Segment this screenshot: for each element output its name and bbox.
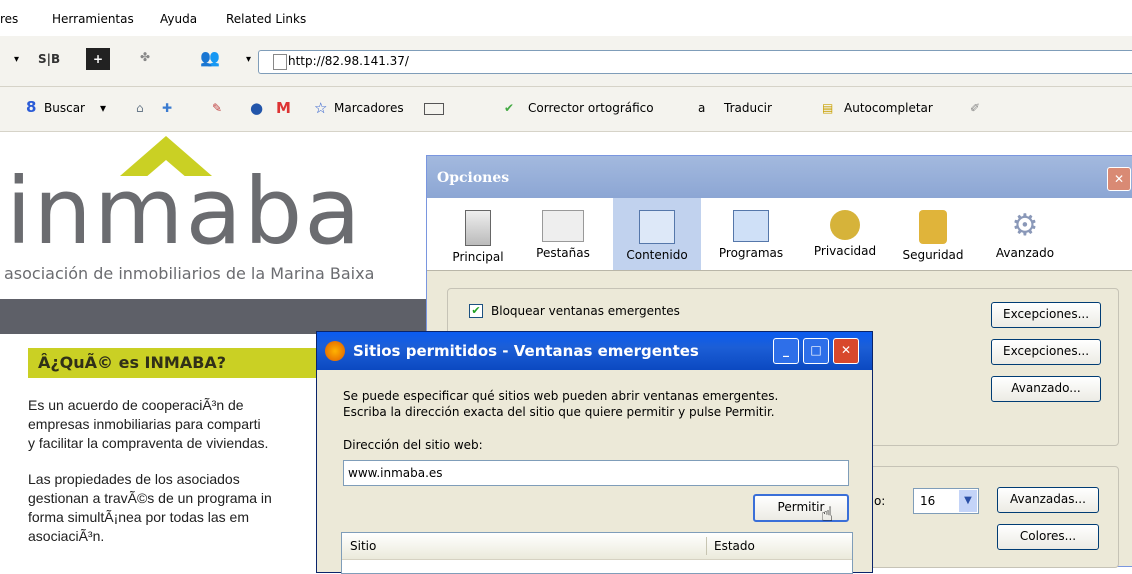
gear-icon: ⚙ (1011, 208, 1039, 243)
plus-icon[interactable]: + (86, 48, 110, 70)
navigation-toolbar: ▾ S|B + ✤ 👥 ▾ http://82.98.141.37/ (0, 36, 1132, 87)
menu-item-tools[interactable]: Herramientas (52, 12, 134, 26)
options-title: Opciones (437, 170, 510, 186)
sb-button[interactable]: S|B (38, 52, 60, 66)
paragraph-line: Es un acuerdo de cooperaciÃ³n de (28, 397, 244, 413)
applications-icon (733, 210, 769, 242)
tab-privacidad[interactable]: Privacidad (803, 198, 887, 270)
people-icon[interactable]: 👥 (200, 48, 220, 67)
tab-principal[interactable]: Principal (443, 198, 513, 270)
allowed-sites-title: Sitios permitidos - Ventanas emergentes (353, 342, 699, 360)
switch-icon (465, 210, 491, 246)
dropdown-arrow-icon[interactable]: ▾ (246, 54, 251, 65)
pen-icon[interactable]: ✎ (212, 101, 222, 115)
exceptions-button[interactable]: Excepciones... (991, 302, 1101, 328)
close-icon[interactable]: ✕ (1107, 167, 1131, 191)
translate-button[interactable]: Traducir (724, 101, 772, 115)
padlock-icon (919, 210, 947, 244)
paragraph-line: Las propiedades de los asociados (28, 471, 240, 487)
advanced-fonts-button[interactable]: Avanzadas... (997, 487, 1099, 513)
spellcheck-button[interactable]: Corrector ortográfico (528, 101, 654, 115)
firefox-icon (325, 341, 345, 361)
paragraph-line: forma simultÃ¡nea por todas las em (28, 509, 249, 525)
logo-subtitle: asociación de inmobiliarios de la Marina… (4, 264, 375, 283)
eraser-icon[interactable]: ✐ (970, 101, 980, 115)
question-heading-box: Â¿QuÃ© es INMABA? (28, 348, 328, 378)
column-site[interactable]: Sitio (350, 539, 376, 553)
menu-bar: res Herramientas Ayuda Related Links (0, 0, 1132, 36)
description-line: Escriba la dirección exacta del sitio qu… (343, 405, 775, 419)
tab-label: Programas (718, 246, 784, 260)
google-toolbar: 8 Buscar ▾ ⌂ ✚ ✎ ● M ☆ Marcadores ✔ Corr… (0, 87, 1132, 132)
spellcheck-icon[interactable]: ✔ (504, 101, 514, 115)
url-text[interactable]: http://82.98.141.37/ (288, 54, 409, 68)
key-icon (830, 210, 860, 240)
content-icon (639, 210, 675, 244)
block-popups-checkbox[interactable]: ✔ (469, 304, 483, 318)
paragraph-line: gestionan a travÃ©s de un programa in (28, 490, 272, 506)
translate-icon[interactable]: a (698, 101, 705, 115)
bookmarks-button[interactable]: Marcadores (334, 101, 404, 115)
font-size-value: 16 (920, 494, 936, 508)
menu-item-help[interactable]: Ayuda (160, 12, 197, 26)
colors-button[interactable]: Colores... (997, 524, 1099, 550)
tab-programas[interactable]: Programas (711, 198, 791, 270)
autofill-button[interactable]: Autocompletar (844, 101, 933, 115)
rectangle-icon[interactable] (424, 103, 444, 115)
folder-tabs-icon (542, 210, 584, 242)
description-line: Se puede especificar qué sitios web pued… (343, 389, 779, 403)
search-button[interactable]: Buscar (44, 101, 85, 115)
paragraph-line: empresas inmobiliarias para comparti (28, 416, 261, 432)
home-icon[interactable]: ⌂ (136, 101, 144, 115)
advanced-button[interactable]: Avanzado... (991, 376, 1101, 402)
sites-list[interactable]: Sitio Estado (341, 532, 853, 574)
plus-icon[interactable]: ✚ (162, 101, 172, 115)
tab-avanzado[interactable]: ⚙ Avanzado (985, 198, 1065, 270)
close-icon[interactable]: ✕ (833, 338, 859, 364)
address-input[interactable]: www.inmaba.es (343, 460, 849, 486)
exceptions-button-2[interactable]: Excepciones... (991, 339, 1101, 365)
options-title-bar[interactable]: Opciones ✕ (427, 156, 1132, 198)
address-value: www.inmaba.es (348, 466, 443, 480)
tab-pestanas[interactable]: Pestañas (525, 198, 601, 270)
tab-label: Pestañas (536, 246, 590, 260)
nav-band (0, 299, 440, 334)
tab-label: Contenido (626, 248, 688, 262)
question-heading: Â¿QuÃ© es INMABA? (38, 353, 227, 372)
address-label: Dirección del sitio web: (343, 438, 483, 452)
tab-label: Seguridad (902, 248, 964, 262)
column-status[interactable]: Estado (714, 539, 755, 553)
paragraph-line: asociaciÃ³n. (28, 528, 105, 544)
tab-label: Avanzado (995, 246, 1055, 260)
puzzle-icon[interactable]: ✤ (140, 50, 150, 64)
gmail-icon[interactable]: M (276, 99, 291, 117)
sites-list-header: Sitio Estado (342, 533, 852, 560)
font-size-select[interactable]: 16 ▼ (913, 488, 979, 514)
dropdown-arrow-icon[interactable]: ▾ (14, 54, 19, 65)
menu-item-res[interactable]: res (0, 12, 18, 26)
minimize-icon[interactable]: _ (773, 338, 799, 364)
chevron-down-icon[interactable]: ▼ (959, 490, 977, 512)
block-popups-label[interactable]: Bloquear ventanas emergentes (491, 304, 680, 318)
menu-item-related-links[interactable]: Related Links (226, 12, 306, 26)
tab-label: Privacidad (813, 244, 877, 258)
autofill-icon[interactable]: ▤ (822, 101, 833, 115)
allow-button[interactable]: Permitir (753, 494, 849, 522)
allowed-sites-title-bar[interactable]: Sitios permitidos - Ventanas emergentes … (317, 332, 872, 370)
star-icon[interactable]: ☆ (314, 99, 327, 117)
dropdown-arrow-icon[interactable]: ▾ (100, 101, 106, 115)
tab-contenido[interactable]: Contenido (613, 198, 701, 270)
mouse-cursor-icon: ☝ (821, 502, 834, 526)
tab-seguridad[interactable]: Seguridad (895, 198, 971, 270)
column-divider (706, 537, 707, 555)
paragraph-line: y facilitar la compraventa de viviendas. (28, 435, 269, 451)
page-icon (273, 54, 287, 70)
maximize-icon[interactable]: □ (803, 338, 829, 364)
options-tab-strip: Principal Pestañas Contenido Programas P… (427, 198, 1132, 271)
google-logo-icon: 8 (26, 98, 37, 116)
allowed-sites-dialog: Sitios permitidos - Ventanas emergentes … (316, 331, 873, 574)
globe-icon[interactable]: ● (250, 99, 263, 117)
tab-label: Principal (452, 250, 504, 264)
site-logo: inmaba (6, 158, 363, 265)
